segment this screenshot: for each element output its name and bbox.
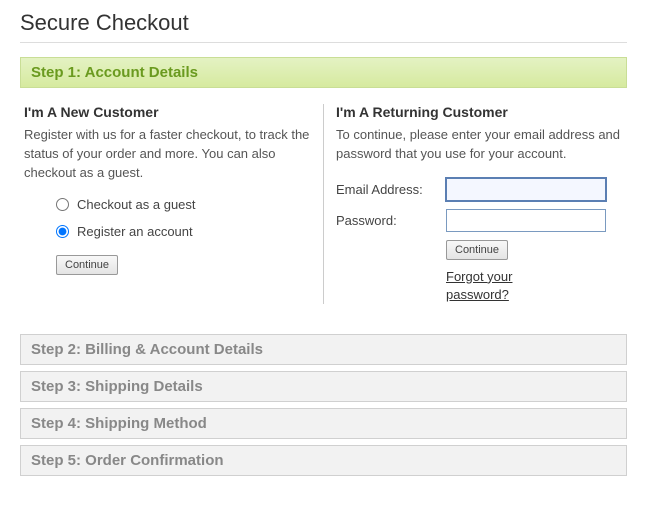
email-label: Email Address:: [336, 182, 446, 197]
returning-customer-column: I'm A Returning Customer To continue, pl…: [324, 104, 627, 304]
step-2-header[interactable]: Step 2: Billing & Account Details: [20, 334, 627, 365]
guest-radio[interactable]: [56, 198, 69, 211]
new-customer-description: Register with us for a faster checkout, …: [24, 126, 311, 183]
password-field[interactable]: [446, 209, 606, 232]
step-3-header[interactable]: Step 3: Shipping Details: [20, 371, 627, 402]
new-customer-column: I'm A New Customer Register with us for …: [20, 104, 324, 304]
page-title: Secure Checkout: [20, 10, 627, 43]
checkout-type-radio-group: Checkout as a guest Register an account: [56, 197, 311, 239]
step-5-header[interactable]: Step 5: Order Confirmation: [20, 445, 627, 476]
step-1-header: Step 1: Account Details: [20, 57, 627, 88]
step-4-header[interactable]: Step 4: Shipping Method: [20, 408, 627, 439]
forgot-password-link[interactable]: Forgot your password?: [446, 268, 536, 304]
returning-customer-heading: I'm A Returning Customer: [336, 104, 623, 120]
returning-continue-button[interactable]: Continue: [446, 240, 508, 260]
register-radio-label: Register an account: [77, 224, 193, 239]
password-label: Password:: [336, 213, 446, 228]
returning-customer-description: To continue, please enter your email add…: [336, 126, 623, 164]
account-details-panel: I'm A New Customer Register with us for …: [20, 94, 627, 324]
guest-radio-label: Checkout as a guest: [77, 197, 196, 212]
email-field[interactable]: [446, 178, 606, 201]
new-customer-heading: I'm A New Customer: [24, 104, 311, 120]
register-radio[interactable]: [56, 225, 69, 238]
new-customer-continue-button[interactable]: Continue: [56, 255, 118, 275]
